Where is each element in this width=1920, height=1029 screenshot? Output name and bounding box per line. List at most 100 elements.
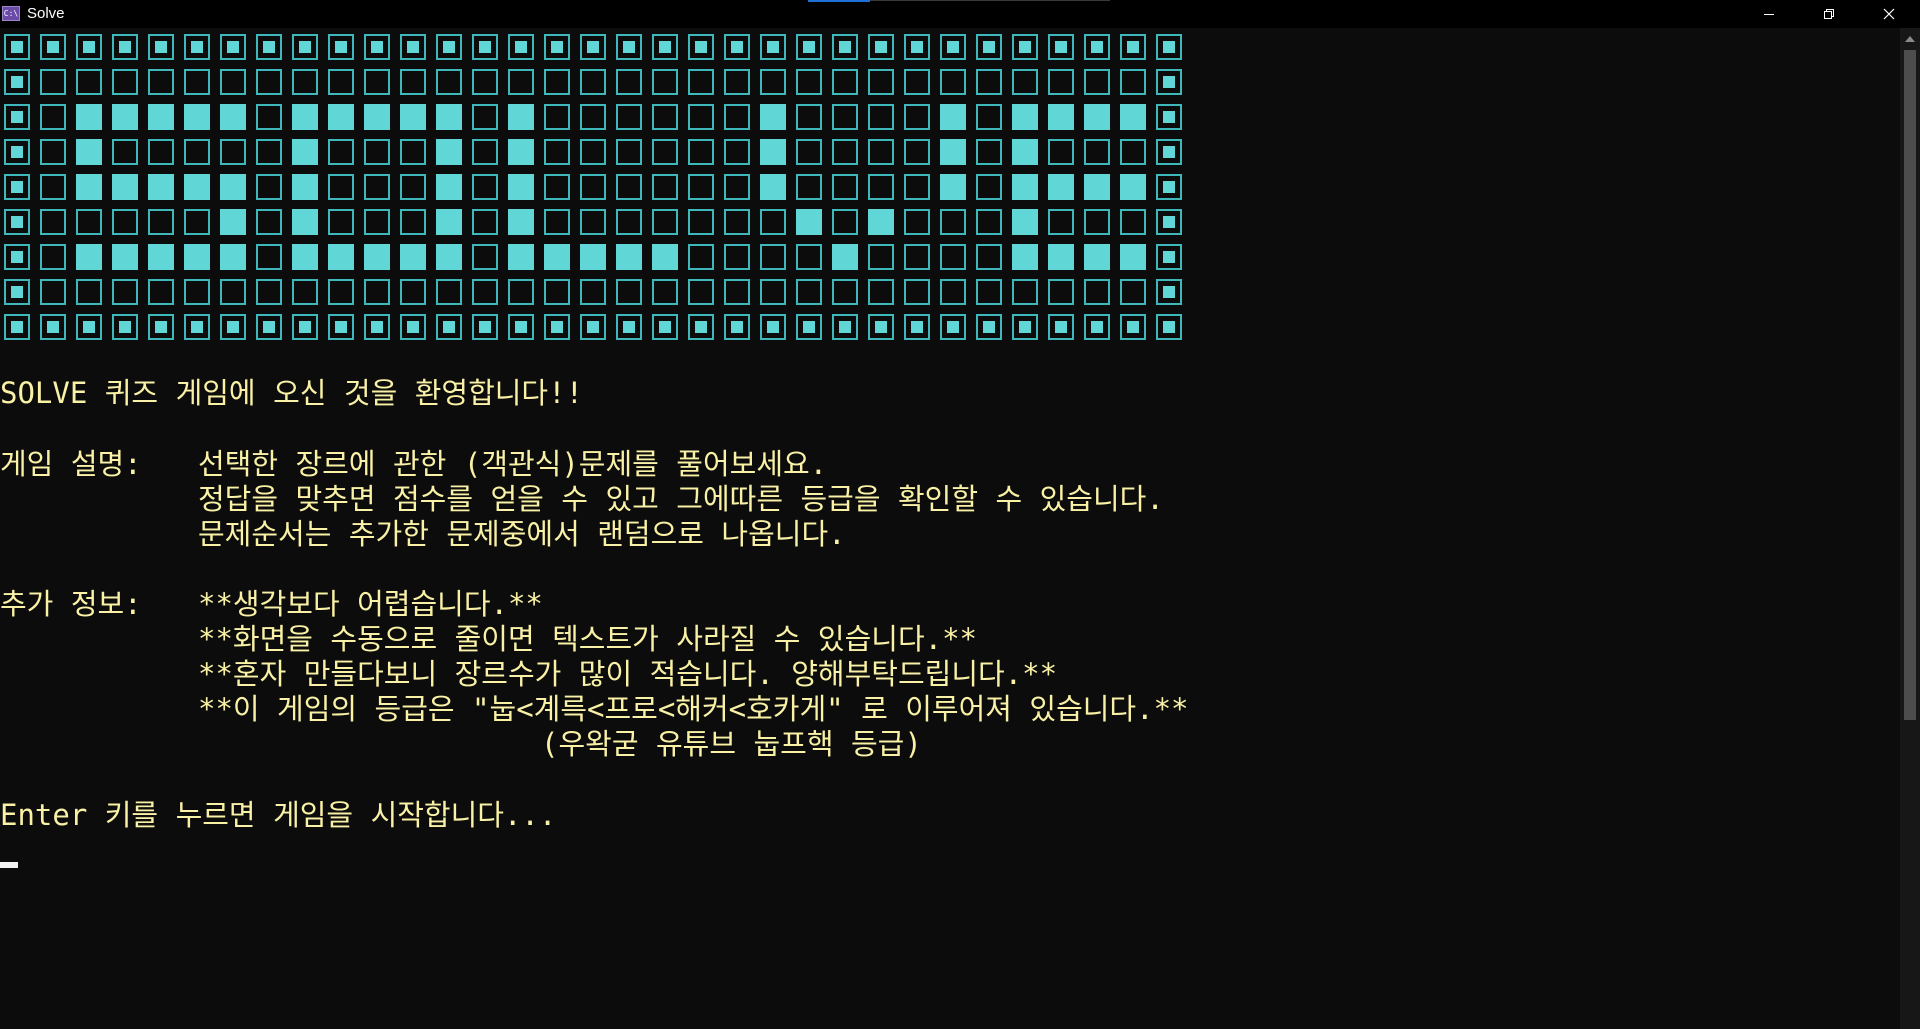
minimize-icon: [1764, 14, 1774, 15]
banner-empty-block: [868, 279, 894, 305]
welcome-message: SOLVE 퀴즈 게임에 오신 것을 환영합니다!!: [0, 376, 584, 410]
banner-filled-block: [1084, 104, 1110, 130]
banner-empty-block: [436, 69, 462, 95]
banner-empty-block: [796, 104, 822, 130]
banner-filled-block: [220, 104, 246, 130]
banner-empty-block: [76, 209, 102, 235]
banner-empty-block: [544, 69, 570, 95]
banner-empty-block: [1084, 139, 1110, 165]
banner-filled-block: [1048, 244, 1074, 270]
banner-empty-block: [904, 139, 930, 165]
banner-filled-block: [184, 104, 210, 130]
banner-empty-block: [868, 69, 894, 95]
banner-empty-block: [724, 104, 750, 130]
banner-empty-block: [868, 139, 894, 165]
description-label: 게임 설명:: [0, 447, 160, 481]
banner-border-block: [580, 34, 606, 60]
banner-filled-block: [184, 174, 210, 200]
banner-filled-block: [1084, 174, 1110, 200]
banner-empty-block: [1084, 69, 1110, 95]
banner-filled-block: [940, 174, 966, 200]
console-app-icon[interactable]: C:\: [2, 6, 20, 21]
restore-icon: [1824, 9, 1834, 19]
banner-empty-block: [940, 69, 966, 95]
banner-empty-block: [544, 139, 570, 165]
banner-filled-block: [1120, 104, 1146, 130]
start-prompt: Enter 키를 누르면 게임을 시작합니다...: [0, 798, 557, 832]
minimize-button[interactable]: [1746, 0, 1792, 28]
close-button[interactable]: [1866, 0, 1912, 28]
banner-filled-block: [328, 244, 354, 270]
banner-empty-block: [832, 174, 858, 200]
banner-border-block: [328, 314, 354, 340]
banner-filled-block: [436, 139, 462, 165]
banner-filled-block: [292, 244, 318, 270]
console-output[interactable]: SOLVE 퀴즈 게임에 오신 것을 환영합니다!! 게임 설명: 선택한 장르…: [0, 28, 1900, 1029]
banner-border-block: [328, 34, 354, 60]
banner-filled-block: [760, 139, 786, 165]
banner-border-block: [976, 34, 1002, 60]
banner-border-block: [184, 314, 210, 340]
banner-empty-block: [580, 174, 606, 200]
banner-filled-block: [1084, 244, 1110, 270]
banner-border-block: [1012, 34, 1038, 60]
title-bar-divider: [870, 0, 1110, 1]
banner-empty-block: [904, 69, 930, 95]
banner-filled-block: [760, 104, 786, 130]
console-window: C:\ Solve SOLVE 퀴즈 게임에 오신 것을 환영합니다!! 게임 …: [0, 0, 1920, 1029]
banner-border-block: [4, 244, 30, 270]
scrollbar-thumb[interactable]: [1904, 50, 1916, 720]
close-icon: [1883, 8, 1895, 20]
banner-border-block: [4, 209, 30, 235]
banner-empty-block: [148, 279, 174, 305]
title-bar-accent: [808, 0, 870, 2]
banner-empty-block: [580, 104, 606, 130]
banner-border-block: [616, 314, 642, 340]
banner-border-block: [580, 314, 606, 340]
banner-filled-block: [868, 209, 894, 235]
banner-empty-block: [472, 104, 498, 130]
banner-empty-block: [544, 279, 570, 305]
banner-empty-block: [976, 279, 1002, 305]
banner-filled-block: [1048, 104, 1074, 130]
banner-empty-block: [148, 69, 174, 95]
banner-empty-block: [652, 209, 678, 235]
banner-empty-block: [76, 69, 102, 95]
banner-empty-block: [328, 279, 354, 305]
extra-info-line: **혼자 만들다보니 장르수가 많이 적습니다. 양해부탁드립니다.**: [198, 657, 1058, 691]
banner-empty-block: [112, 279, 138, 305]
banner-filled-block: [112, 244, 138, 270]
banner-empty-block: [688, 279, 714, 305]
scroll-up-arrow-icon[interactable]: [1905, 36, 1915, 42]
banner-empty-block: [832, 209, 858, 235]
vertical-scrollbar[interactable]: [1900, 28, 1920, 1029]
banner-empty-block: [940, 279, 966, 305]
description-line: 정답을 맞추면 점수를 얻을 수 있고 그에따른 등급을 확인할 수 있습니다.: [198, 482, 1164, 516]
banner-empty-block: [976, 174, 1002, 200]
banner-empty-block: [256, 139, 282, 165]
banner-empty-block: [616, 139, 642, 165]
banner-filled-block: [364, 244, 390, 270]
banner-border-block: [184, 34, 210, 60]
banner-filled-block: [1048, 174, 1074, 200]
banner-border-block: [436, 34, 462, 60]
banner-empty-block: [1048, 279, 1074, 305]
banner-empty-block: [40, 279, 66, 305]
banner-border-block: [940, 314, 966, 340]
banner-empty-block: [976, 104, 1002, 130]
restore-button[interactable]: [1806, 0, 1852, 28]
banner-filled-block: [940, 104, 966, 130]
banner-border-block: [832, 314, 858, 340]
banner-empty-block: [976, 69, 1002, 95]
banner-border-block: [868, 34, 894, 60]
banner-border-block: [400, 314, 426, 340]
banner-border-block: [4, 279, 30, 305]
banner-filled-block: [544, 244, 570, 270]
banner-empty-block: [400, 174, 426, 200]
title-bar[interactable]: C:\ Solve: [0, 0, 1920, 28]
banner-filled-block: [508, 209, 534, 235]
banner-empty-block: [472, 209, 498, 235]
banner-empty-block: [40, 174, 66, 200]
banner-empty-block: [76, 279, 102, 305]
banner-empty-block: [616, 174, 642, 200]
